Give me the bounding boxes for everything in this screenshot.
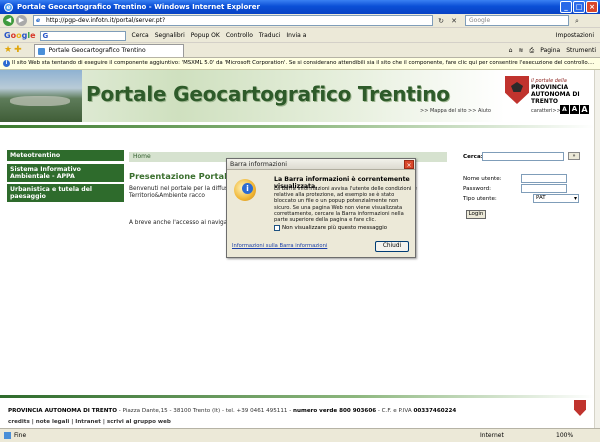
dialog-title: Barra informazioni — [230, 161, 288, 168]
page-scrollbar[interactable] — [594, 70, 600, 428]
info-bar-icon — [234, 179, 256, 201]
header-banner: Portale Geocartografico Trentino il port… — [0, 70, 594, 122]
pagina-menu[interactable]: Pagina — [540, 47, 560, 54]
left-nav: Meteotrentino Sistema Informativo Ambien… — [7, 150, 124, 204]
sitemap-link[interactable]: >> Mappa del sito — [420, 108, 467, 114]
google-logo: Google — [4, 31, 36, 40]
dont-show-again-checkbox[interactable]: Non visualizzare più questo messaggio — [274, 225, 387, 231]
dialog-text: La Barra informazioni avvisa l'utente de… — [274, 186, 412, 224]
checkbox-label: Non visualizzare più questo messaggio — [282, 225, 388, 231]
user-type-label: Tipo utente: — [463, 196, 497, 202]
back-button[interactable]: ◀ — [3, 15, 14, 26]
impostazioni-button[interactable]: Impostazioni — [556, 32, 594, 39]
font-size-controls: A A A — [560, 105, 589, 114]
segnalibri-button[interactable]: Segnalibri — [155, 32, 185, 39]
font-large-button[interactable]: A — [580, 105, 589, 114]
help-link[interactable]: >> Aiuto — [468, 108, 491, 114]
nav-item-sistema-informativo[interactable]: Sistema Informativo Ambientale - APPA — [7, 164, 124, 182]
controllo-button[interactable]: Controllo — [226, 32, 253, 39]
window-title: Portale Geocartografico Trentino - Windo… — [17, 3, 260, 11]
username-label: Nome utente: — [463, 176, 502, 182]
login-button[interactable]: Login — [466, 210, 486, 219]
url-field[interactable]: http://pgp-dev.infotn.it/portal/server.p… — [33, 15, 433, 26]
nav-item-urbanistica[interactable]: Urbanistica e tutela del paesaggio — [7, 184, 124, 202]
window-title-bar: e Portale Geocartografico Trentino - Win… — [0, 0, 600, 14]
font-size-label: caratteri>> — [531, 108, 561, 114]
password-input[interactable] — [521, 184, 567, 193]
traduci-button[interactable]: Traduci — [259, 32, 281, 39]
user-type-select[interactable]: PAT — [533, 194, 579, 203]
dialog-close-icon[interactable]: × — [404, 160, 414, 169]
infobar-dialog: Barra informazioni × La Barra informazio… — [226, 158, 416, 258]
forward-button[interactable]: ▶ — [16, 15, 27, 26]
nav-item-meteotrentino[interactable]: Meteotrentino — [7, 150, 124, 162]
dialog-title-bar: Barra informazioni × — [227, 159, 415, 170]
print-icon[interactable]: ⎙ — [529, 47, 534, 55]
tab-portale[interactable]: Portale Geocartografico Trentino — [33, 43, 184, 57]
portal-title: Portale Geocartografico Trentino — [86, 82, 450, 106]
cerca-button[interactable]: Cerca — [132, 32, 149, 39]
status-bar: Fine Internet 100% — [0, 428, 600, 442]
font-small-button[interactable]: A — [560, 105, 569, 114]
feeds-icon[interactable]: ≋ — [518, 47, 523, 54]
search-icon[interactable]: ⌕ — [572, 16, 582, 26]
font-medium-button[interactable]: A — [570, 105, 579, 114]
province-logo-icon — [505, 76, 529, 104]
header-divider — [0, 125, 594, 128]
maximize-button[interactable]: □ — [573, 1, 585, 13]
username-input[interactable] — [521, 174, 567, 183]
google-search-input[interactable]: G — [39, 30, 126, 41]
ie-logo-icon: e — [4, 2, 13, 12]
strumenti-menu[interactable]: Strumenti — [566, 47, 596, 54]
refresh-icon[interactable]: ↻ — [436, 16, 446, 26]
invia-button[interactable]: Invia a — [286, 32, 306, 39]
close-window-button[interactable]: × — [586, 1, 598, 13]
google-toolbar: Google G Cerca Segnalibri Popup OK Contr… — [0, 29, 600, 43]
add-favorites-icon[interactable]: ✚ — [14, 45, 22, 55]
infobar-info-link[interactable]: Informazioni sulla Barra informazioni — [232, 243, 327, 249]
password-label: Password: — [463, 186, 492, 192]
search-label: Cerca: — [463, 154, 483, 160]
home-icon[interactable]: ⌂ — [509, 47, 513, 54]
site-search-button[interactable]: » — [568, 152, 580, 160]
status-text: Fine — [3, 429, 26, 442]
footer-divider — [0, 395, 594, 398]
security-zone: Internet — [480, 432, 504, 439]
search-input[interactable]: Google — [465, 15, 569, 26]
tab-bar: ★ ✚ Portale Geocartografico Trentino ⌂ ≋… — [0, 43, 600, 58]
information-bar[interactable]: Il sito Web sta tentando di eseguire il … — [0, 58, 600, 70]
province-name: PROVINCIA AUTONOMA DI TRENTO — [531, 84, 580, 105]
favorites-star-icon[interactable]: ★ — [4, 45, 12, 55]
footer-province-logo-icon — [574, 400, 586, 416]
footer-links[interactable]: credits | note legali | Intranet | scriv… — [8, 419, 171, 425]
minimize-button[interactable]: _ — [560, 1, 572, 13]
popup-ok-button[interactable]: Popup OK — [191, 32, 220, 39]
stop-icon[interactable]: ✕ — [449, 16, 459, 26]
site-search-input[interactable] — [482, 152, 564, 161]
landscape-photo — [0, 70, 82, 122]
footer-address: PROVINCIA AUTONOMA DI TRENTO - Piazza Da… — [8, 408, 457, 414]
zoom-level[interactable]: 100% — [556, 429, 573, 442]
address-bar: ◀ ▶ http://pgp-dev.infotn.it/portal/serv… — [0, 14, 600, 28]
chiudi-button[interactable]: Chiudi — [375, 241, 409, 252]
checkbox-box[interactable] — [274, 225, 280, 231]
